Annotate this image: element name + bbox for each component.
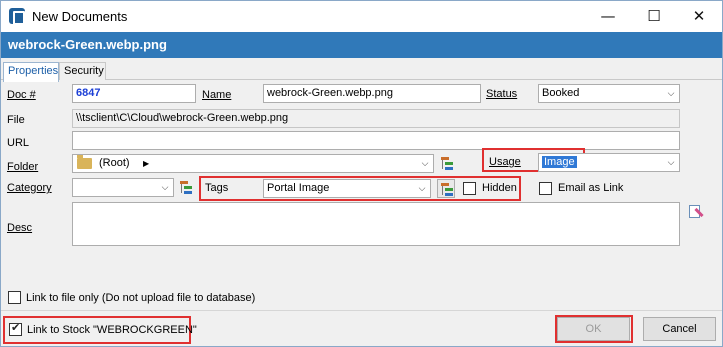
category-tree-button[interactable] (177, 178, 195, 197)
folder-select[interactable]: (Root) ▶ ⌵ (72, 154, 434, 173)
email-as-link-checkbox[interactable] (539, 182, 552, 195)
chevron-down-icon: ⌵ (421, 159, 429, 169)
minimize-button[interactable]: — (585, 1, 631, 32)
email-as-link-label: Email as Link (558, 182, 624, 194)
document-header: webrock-Green.webp.png (1, 32, 722, 58)
file-label: File (7, 114, 25, 126)
new-documents-window: New Documents — ☐ ✕ webrock-Green.webp.p… (0, 0, 723, 347)
link-file-only-checkbox[interactable] (8, 291, 21, 304)
status-select[interactable]: Booked ⌵ (538, 84, 680, 103)
doc-number-field[interactable]: 6847 (72, 84, 196, 103)
name-field[interactable]: webrock-Green.webp.png (263, 84, 481, 103)
url-field[interactable] (72, 131, 680, 150)
hidden-checkbox[interactable] (463, 182, 476, 195)
status-label: Status (486, 88, 518, 100)
usage-label: Usage (489, 156, 521, 168)
ok-button[interactable]: OK (557, 317, 630, 341)
document-filename: webrock-Green.webp.png (8, 37, 167, 52)
usage-value: Image (542, 156, 577, 168)
maximize-button[interactable]: ☐ (631, 1, 677, 32)
desc-label: Desc (7, 222, 33, 234)
name-label: Name (202, 89, 232, 101)
edit-description-icon[interactable] (687, 204, 705, 222)
tags-tree-button[interactable] (437, 179, 455, 198)
tags-label: Tags (205, 182, 229, 194)
url-label: URL (7, 137, 30, 149)
dialog-footer: Link to Stock "WEBROCKGREEN" OK Cancel (1, 310, 722, 346)
chevron-right-icon: ▶ (143, 159, 150, 168)
status-value: Booked (542, 87, 580, 99)
tab-strip: Properties Security (1, 58, 722, 82)
chevron-down-icon: ⌵ (161, 183, 169, 193)
link-file-only-label: Link to file only (Do not upload file to… (26, 292, 256, 304)
cancel-button[interactable]: Cancel (643, 317, 716, 341)
tab-security[interactable]: Security (59, 62, 106, 81)
tags-select[interactable]: Portal Image ⌵ (263, 179, 431, 198)
chevron-down-icon: ⌵ (667, 158, 675, 168)
tags-value: Portal Image (267, 182, 330, 194)
folder-label: Folder (7, 161, 39, 173)
close-button[interactable]: ✕ (676, 1, 722, 32)
chevron-down-icon: ⌵ (667, 89, 675, 99)
title-bar: New Documents — ☐ ✕ (1, 1, 722, 32)
usage-select[interactable]: Image ⌵ (538, 153, 680, 172)
doc-number-label: Doc # (7, 89, 36, 101)
folder-icon (77, 155, 92, 169)
desc-textarea[interactable] (72, 202, 680, 246)
app-icon (9, 8, 25, 25)
properties-panel: Doc # 6847 Name webrock-Green.webp.png S… (1, 80, 722, 310)
hidden-label: Hidden (482, 182, 517, 194)
chevron-down-icon: ⌵ (418, 184, 426, 194)
window-title: New Documents (32, 9, 128, 24)
category-select[interactable]: ⌵ (72, 178, 174, 197)
tab-properties[interactable]: Properties (3, 62, 59, 82)
category-label: Category (7, 182, 52, 194)
file-path-field: \\tsclient\C\Cloud\webrock-Green.webp.pn… (72, 109, 680, 128)
folder-tree-button[interactable] (438, 154, 456, 173)
link-to-stock-checkbox[interactable] (9, 321, 22, 336)
link-to-stock-label: Link to Stock "WEBROCKGREEN" (27, 324, 197, 336)
folder-value: (Root) (99, 157, 130, 169)
